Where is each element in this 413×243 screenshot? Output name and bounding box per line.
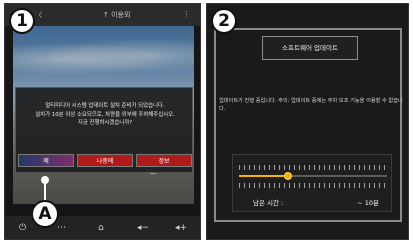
dialog-message-line: 멀티미디어 시스템 업데이트 설치 준비가 되었습니다. bbox=[45, 103, 165, 109]
progress-fill bbox=[239, 175, 288, 177]
home-icon[interactable]: ⌂ bbox=[98, 223, 104, 233]
step-badge-2: 2 bbox=[211, 8, 237, 34]
status-label: ↑ 이용외 bbox=[103, 11, 131, 19]
remaining-time-value: ~ 10분 bbox=[357, 199, 379, 207]
more-icon[interactable]: ⋮ bbox=[183, 10, 190, 18]
power-icon[interactable]: ⏻ bbox=[19, 223, 26, 233]
progress-panel: 남은 시간 : ~ 10분 bbox=[232, 154, 392, 212]
dialog-message-line: 지금 진행하시겠습니까? bbox=[77, 120, 133, 126]
back-icon[interactable]: 〈 bbox=[35, 10, 42, 20]
info-button[interactable]: 정보 bbox=[136, 154, 192, 167]
update-message: 업데이트가 진행 중입니다. 주의: 업데이트 중에는 주차 보조 기능을 이용… bbox=[219, 98, 403, 112]
progress-track bbox=[239, 175, 387, 177]
screen-panel-2: 소프트웨어 업데이트 업데이트가 진행 중입니다. 주의: 업데이트 중에는 주… bbox=[206, 3, 409, 240]
dialog-message-line: 설치가 10분 이상 소요되므로, 차량을 외부에 주차해주십시오. bbox=[35, 111, 175, 118]
progress-ticks bbox=[239, 183, 387, 188]
yes-button[interactable]: 예 bbox=[18, 154, 74, 167]
volume-up-icon[interactable]: ◂+ bbox=[175, 223, 187, 233]
update-dialog: 멀티미디어 시스템 업데이트 설치 준비가 되었습니다. 설치가 10분 이상 … bbox=[15, 87, 193, 173]
step-badge-1: 1 bbox=[9, 8, 35, 34]
volume-down-icon[interactable]: ◂− bbox=[137, 223, 149, 233]
page-title: 소프트웨어 업데이트 bbox=[262, 36, 358, 60]
dialog-message: 멀티미디어 시스템 업데이트 설치 준비가 되었습니다. 설치가 10분 이상 … bbox=[20, 102, 190, 128]
menu-grid-icon[interactable]: ⋯ bbox=[57, 223, 66, 233]
screen-panel-1: 〈 ↑ 이용외 ⋮ ✆ 멀티미디어 시스템 업데이트 설치 준비가 되었습니다.… bbox=[4, 3, 201, 240]
remaining-time-label: 남은 시간 : bbox=[253, 199, 284, 207]
progress-ticks bbox=[239, 165, 387, 170]
callout-badge-a: A bbox=[31, 200, 59, 228]
later-button[interactable]: 나중에 bbox=[77, 154, 133, 167]
progress-indicator bbox=[283, 172, 292, 180]
